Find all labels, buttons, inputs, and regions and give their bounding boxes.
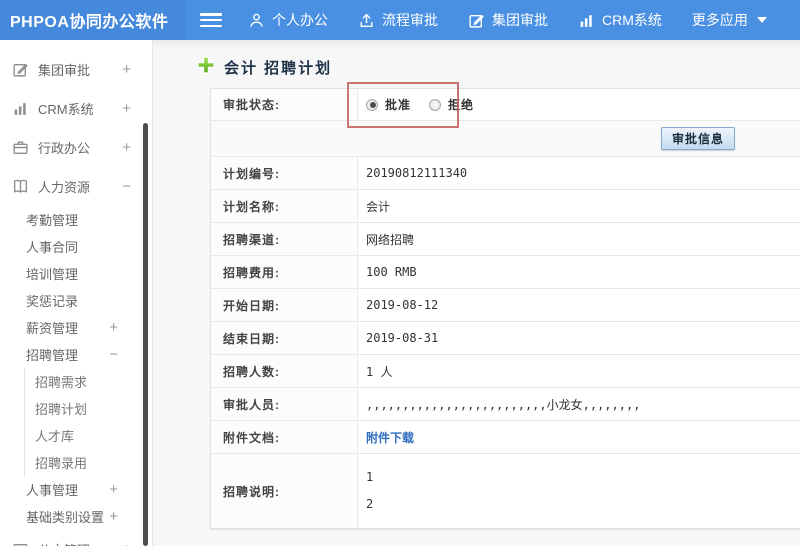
edit-icon	[12, 61, 29, 78]
main-content: 会计 招聘计划 审批状态: 批准 拒绝 审批信息 计划编号: 201908121…	[153, 40, 800, 546]
nav-item[interactable]: 流程审批	[358, 10, 438, 30]
caret-down-icon	[756, 17, 767, 23]
approval-info-button[interactable]: 审批信息	[660, 127, 735, 150]
table-row: 计划编号: 20190812111340	[211, 157, 800, 190]
sidebar-item[interactable]: 行政办公 +	[0, 128, 152, 167]
expander-icon[interactable]: +	[122, 542, 131, 546]
nav-item[interactable]: 个人办公	[248, 10, 328, 30]
sidebar-scrollbar[interactable]	[143, 123, 148, 546]
sidebar-item[interactable]: 招聘管理 −	[0, 341, 152, 368]
field-value: 会计	[366, 199, 391, 214]
table-row: 开始日期: 2019-08-12	[211, 289, 800, 322]
sidebar-item[interactable]: 奖惩记录	[0, 287, 152, 314]
field-value: 2019-08-12	[366, 298, 439, 312]
nav-item[interactable]: 更多应用	[692, 10, 767, 30]
top-bar: PHPOA协同办公软件 个人办公 流程审批 集团审批 CRM系统 更多应用	[0, 0, 800, 40]
sidebar-item[interactable]: 人才库	[24, 422, 152, 449]
page-title: 会计 招聘计划	[224, 60, 333, 77]
field-label: 招聘渠道:	[211, 223, 358, 255]
radio-option[interactable]: 拒绝	[429, 96, 474, 113]
field-label: 审批状态:	[211, 89, 358, 120]
chart-icon	[12, 100, 29, 117]
field-label: 计划编号:	[211, 157, 358, 189]
radio-icon	[366, 98, 378, 111]
field-value: 网络招聘	[366, 232, 415, 247]
sidebar-item[interactable]: 考勤管理	[0, 206, 152, 233]
sidebar-item[interactable]: 公文管理 +	[0, 530, 152, 546]
field-value: 100 RMB	[366, 265, 417, 279]
field-label: 招聘说明:	[211, 454, 358, 528]
sidebar-item[interactable]: 招聘计划	[24, 395, 152, 422]
table-row: 审批人员: ,,,,,,,,,,,,,,,,,,,,,,,,,小龙女,,,,,,…	[211, 388, 800, 421]
expander-icon[interactable]: +	[122, 101, 131, 116]
field-label: 附件文档:	[211, 421, 358, 453]
radio-icon	[429, 98, 442, 111]
detail-rows: 计划编号: 20190812111340 计划名称: 会计 招聘渠道: 网络招聘…	[211, 157, 800, 529]
sidebar-item[interactable]: 基础类别设置 +	[0, 503, 152, 530]
approval-button-row: 审批信息	[211, 121, 800, 157]
menu-icon[interactable]	[200, 13, 222, 27]
detail-table: 审批状态: 批准 拒绝 审批信息 计划编号: 20190812111340 计划…	[210, 88, 800, 530]
process-icon	[358, 12, 375, 29]
expander-icon[interactable]: +	[109, 320, 118, 335]
table-row: 招聘费用: 100 RMB	[211, 256, 800, 289]
table-row: 招聘说明: 1 2	[211, 454, 800, 529]
sidebar-item[interactable]: 招聘需求	[24, 368, 152, 395]
field-label: 招聘人数:	[211, 355, 358, 387]
field-value: 20190812111340	[366, 166, 468, 180]
field-value: 2019-08-31	[366, 331, 439, 345]
nav-item[interactable]: CRM系统	[578, 10, 662, 30]
sidebar-item[interactable]: 集团审批 +	[0, 50, 152, 89]
sidebar: 集团审批 + CRM系统 + 行政办公 + 人力资源 − 考勤管理 人事合同 培…	[0, 40, 153, 546]
sidebar-item[interactable]: 人力资源 −	[0, 167, 152, 206]
chart-icon	[578, 12, 595, 29]
expander-icon[interactable]: +	[109, 482, 118, 497]
field-value: 附件下载	[358, 421, 800, 453]
approval-status-options: 批准 拒绝	[358, 89, 800, 120]
table-row: 招聘人数: 1 人	[211, 355, 800, 388]
page-title-bar: 会计 招聘计划	[153, 40, 800, 79]
expander-icon[interactable]: −	[122, 179, 131, 194]
table-row: 附件文档: 附件下载	[211, 421, 800, 454]
field-label: 招聘费用:	[211, 256, 358, 288]
briefcase-icon	[12, 139, 29, 156]
table-row: 结束日期: 2019-08-31	[211, 322, 800, 355]
field-value: ,,,,,,,,,,,,,,,,,,,,,,,,,小龙女,,,,,,,,	[366, 397, 641, 412]
field-value: 1 人	[366, 364, 393, 379]
phpoa-app: PHPOA协同办公软件 个人办公 流程审批 集团审批 CRM系统 更多应用 集团…	[0, 0, 800, 546]
sidebar-item[interactable]: 人事管理 +	[0, 476, 152, 503]
user-icon	[248, 12, 265, 29]
attachment-download-link[interactable]: 附件下载	[366, 429, 414, 446]
sidebar-item[interactable]: CRM系统 +	[0, 89, 152, 128]
folder-icon	[12, 541, 29, 546]
approval-status-row: 审批状态: 批准 拒绝	[211, 89, 800, 121]
expander-icon[interactable]: +	[122, 62, 131, 77]
field-label: 审批人员:	[211, 388, 358, 420]
field-label: 计划名称:	[211, 190, 358, 222]
book-icon	[12, 178, 29, 195]
sidebar-item[interactable]: 人事合同	[0, 233, 152, 260]
edit-icon	[468, 12, 485, 29]
sidebar-item[interactable]: 薪资管理 +	[0, 314, 152, 341]
expander-icon[interactable]: −	[109, 347, 118, 362]
expander-icon[interactable]: +	[122, 140, 131, 155]
field-label: 结束日期:	[211, 322, 358, 354]
sidebar-item[interactable]: 招聘录用	[24, 449, 152, 476]
app-logo[interactable]: PHPOA协同办公软件	[0, 0, 186, 40]
sidebar-item[interactable]: 培训管理	[0, 260, 152, 287]
table-row: 计划名称: 会计	[211, 190, 800, 223]
top-nav: 个人办公 流程审批 集团审批 CRM系统 更多应用	[248, 10, 767, 30]
add-icon	[197, 56, 215, 79]
nav-item[interactable]: 集团审批	[468, 10, 548, 30]
radio-option[interactable]: 批准	[366, 96, 411, 113]
field-value: 1 2	[366, 470, 374, 511]
field-label: 开始日期:	[211, 289, 358, 321]
expander-icon[interactable]: +	[109, 509, 118, 524]
table-row: 招聘渠道: 网络招聘	[211, 223, 800, 256]
